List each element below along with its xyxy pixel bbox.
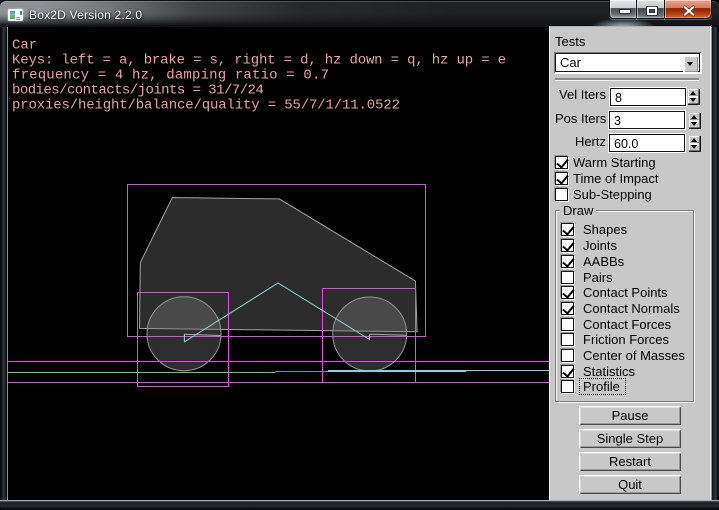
svg-text:bodies/contacts/joints = 31/7/: bodies/contacts/joints = 31/7/24 xyxy=(12,83,263,99)
svg-text:proxies/height/balance/quality: proxies/height/balance/quality = 55/7/1/… xyxy=(12,98,400,114)
svg-text:Car: Car xyxy=(12,38,37,54)
svg-text:frequency = 4 hz, damping rati: frequency = 4 hz, damping ratio = 0.7 xyxy=(12,68,329,84)
svg-text:Keys: left = a, brake = s, rig: Keys: left = a, brake = s, right = d, hz… xyxy=(12,53,506,69)
